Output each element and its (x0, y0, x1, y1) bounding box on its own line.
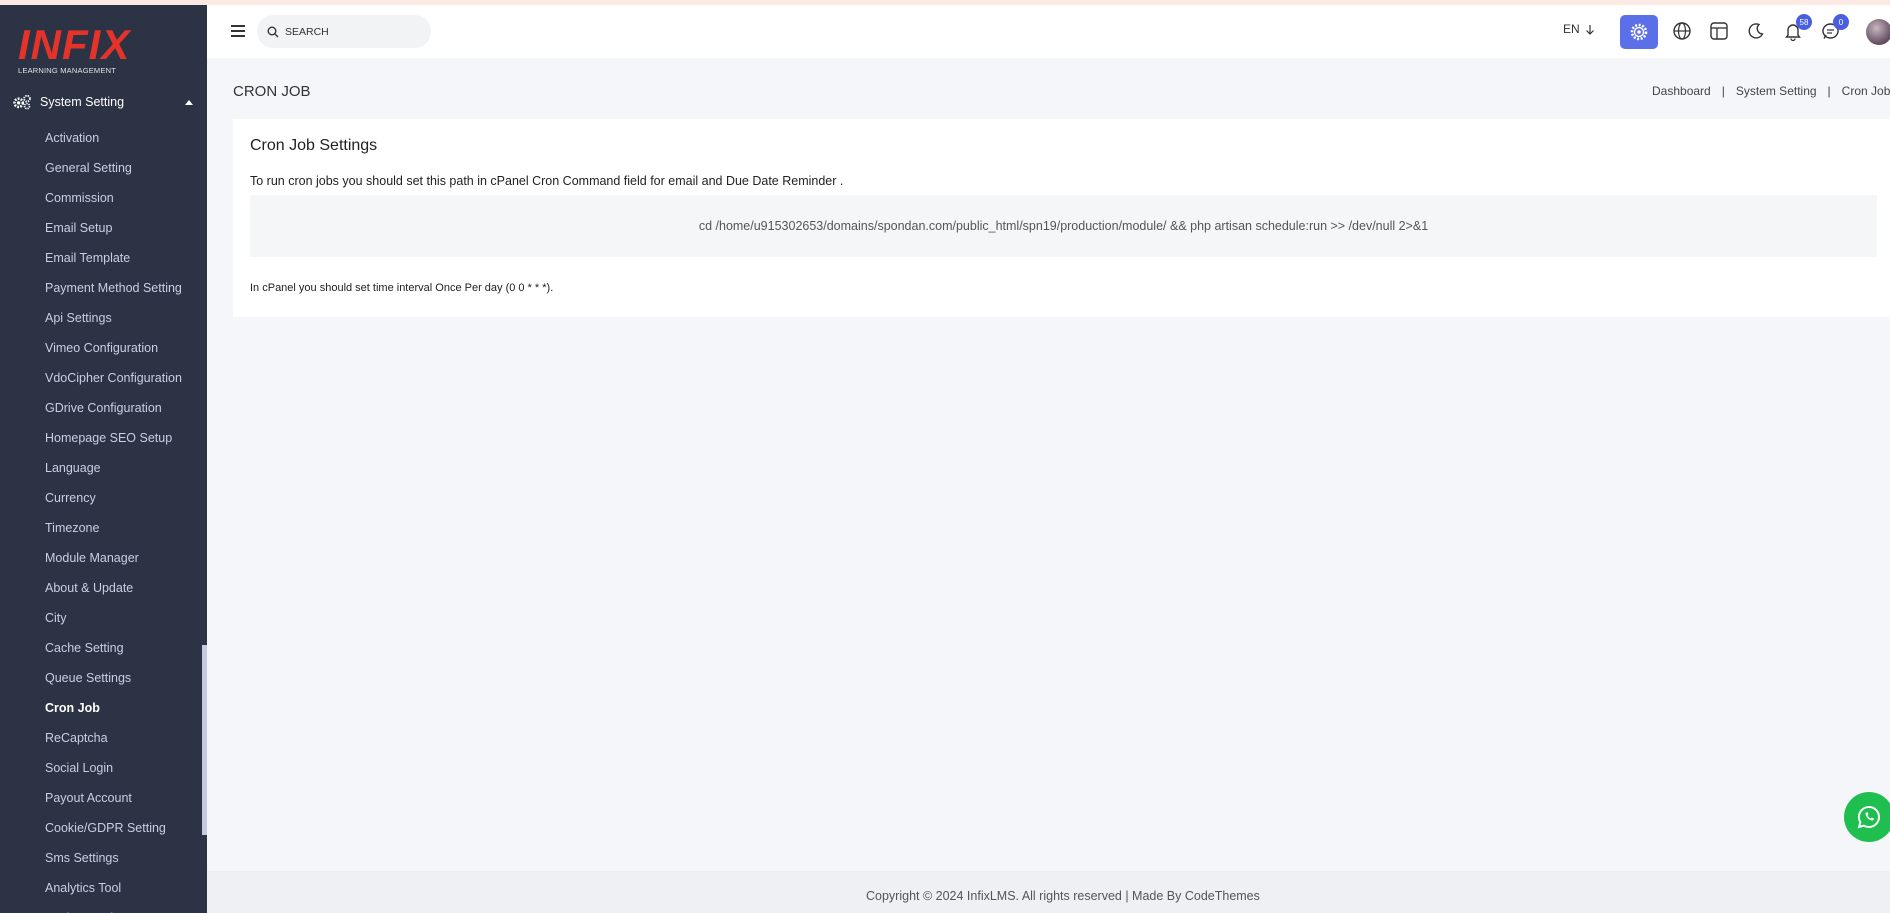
sidebar-item-gdrive-configuration[interactable]: GDrive Configuration (45, 393, 182, 423)
sidebar-item-general-setting[interactable]: General Setting (45, 153, 182, 183)
notifications-button[interactable]: 58 (1781, 14, 1812, 43)
arrow-down-icon (1585, 24, 1594, 35)
sidebar-item-module-manager[interactable]: Module Manager (45, 543, 182, 573)
avatar[interactable] (1866, 19, 1890, 45)
breadcrumb-separator: | (1721, 84, 1725, 98)
sidebar-item-pusher-setting[interactable]: Pusher Setting (45, 903, 182, 913)
logo-tagline: LEARNING MANAGEMENT (18, 66, 116, 75)
messages-button[interactable]: 0 (1818, 14, 1849, 43)
dark-mode-toggle[interactable] (1744, 19, 1768, 43)
globe-icon (1673, 22, 1691, 40)
card-description: To run cron jobs you should set this pat… (250, 174, 844, 188)
menu-toggle-icon[interactable] (231, 25, 245, 37)
breadcrumb-system-setting[interactable]: System Setting (1736, 84, 1817, 98)
language-selector[interactable]: EN (1563, 22, 1595, 36)
breadcrumb: Dashboard | System Setting | Cron Job (1652, 84, 1890, 98)
search-box[interactable] (257, 15, 431, 48)
sidebar-item-vdocipher-configuration[interactable]: VdoCipher Configuration (45, 363, 182, 393)
sidebar-item-email-setup[interactable]: Email Setup (45, 213, 182, 243)
moon-icon (1748, 23, 1764, 39)
settings-button[interactable] (1620, 15, 1658, 49)
search-input[interactable] (285, 25, 405, 38)
cron-job-card: Cron Job Settings To run cron jobs you s… (233, 119, 1890, 317)
interval-note: In cPanel you should set time interval O… (250, 282, 554, 294)
layout-icon (1710, 22, 1728, 40)
sidebar: INFIX LEARNING MANAGEMENT System Setting… (0, 5, 207, 913)
sidebar-item-cron-job[interactable]: Cron Job (45, 693, 182, 723)
language-label: EN (1563, 22, 1580, 36)
sidebar-item-timezone[interactable]: Timezone (45, 513, 182, 543)
sidebar-item-currency[interactable]: Currency (45, 483, 182, 513)
sidebar-item-api-settings[interactable]: Api Settings (45, 303, 182, 333)
sidebar-item-about-update[interactable]: About & Update (45, 573, 182, 603)
whatsapp-chat-button[interactable] (1844, 792, 1890, 842)
sidebar-section-label: System Setting (40, 95, 125, 109)
sidebar-item-analytics-tool[interactable]: Analytics Tool (45, 873, 182, 903)
brand-logo[interactable]: INFIX LEARNING MANAGEMENT (18, 21, 131, 76)
layout-button[interactable] (1707, 19, 1731, 43)
sidebar-item-language[interactable]: Language (45, 453, 182, 483)
sidebar-item-email-template[interactable]: Email Template (45, 243, 182, 273)
page-title: CRON JOB (233, 83, 311, 100)
whatsapp-icon (1857, 805, 1880, 829)
sidebar-section-system-setting[interactable]: System Setting (12, 90, 197, 114)
sidebar-item-payout-account[interactable]: Payout Account (45, 783, 182, 813)
messages-badge: 0 (1833, 14, 1849, 30)
sidebar-item-homepage-seo-setup[interactable]: Homepage SEO Setup (45, 423, 182, 453)
footer-copyright: Copyright © 2024 InfixLMS. All rights re… (866, 889, 1260, 903)
sidebar-item-vimeo-configuration[interactable]: Vimeo Configuration (45, 333, 182, 363)
sidebar-item-cache-setting[interactable]: Cache Setting (45, 633, 182, 663)
sidebar-item-social-login[interactable]: Social Login (45, 753, 182, 783)
sidebar-item-activation[interactable]: Activation (45, 123, 182, 153)
gear-icon (1630, 23, 1648, 41)
sidebar-item-payment-method-setting[interactable]: Payment Method Setting (45, 273, 182, 303)
sidebar-submenu: Activation General Setting Commission Em… (45, 123, 182, 913)
search-icon (267, 26, 279, 37)
website-button[interactable] (1670, 19, 1694, 43)
chevron-up-icon (185, 99, 193, 105)
breadcrumb-dashboard[interactable]: Dashboard (1652, 84, 1711, 98)
sidebar-item-recaptcha[interactable]: ReCaptcha (45, 723, 182, 753)
sidebar-item-commission[interactable]: Commission (45, 183, 182, 213)
gears-icon (13, 94, 31, 110)
top-header: EN 58 0 (207, 5, 1890, 58)
sidebar-item-city[interactable]: City (45, 603, 182, 633)
sidebar-item-cookie-gdpr-setting[interactable]: Cookie/GDPR Setting (45, 813, 182, 843)
logo-text: INFIX (18, 21, 131, 68)
sidebar-item-queue-settings[interactable]: Queue Settings (45, 663, 182, 693)
breadcrumb-cron-job[interactable]: Cron Job (1842, 84, 1890, 98)
cron-command-text[interactable]: cd /home/u915302653/domains/spondan.com/… (699, 219, 1428, 233)
breadcrumb-separator: | (1827, 84, 1831, 98)
card-title: Cron Job Settings (250, 137, 378, 154)
sidebar-item-sms-settings[interactable]: Sms Settings (45, 843, 182, 873)
notifications-badge: 58 (1796, 14, 1812, 30)
cron-command-box[interactable]: cd /home/u915302653/domains/spondan.com/… (250, 195, 1877, 257)
sidebar-scrollbar[interactable] (202, 645, 207, 835)
